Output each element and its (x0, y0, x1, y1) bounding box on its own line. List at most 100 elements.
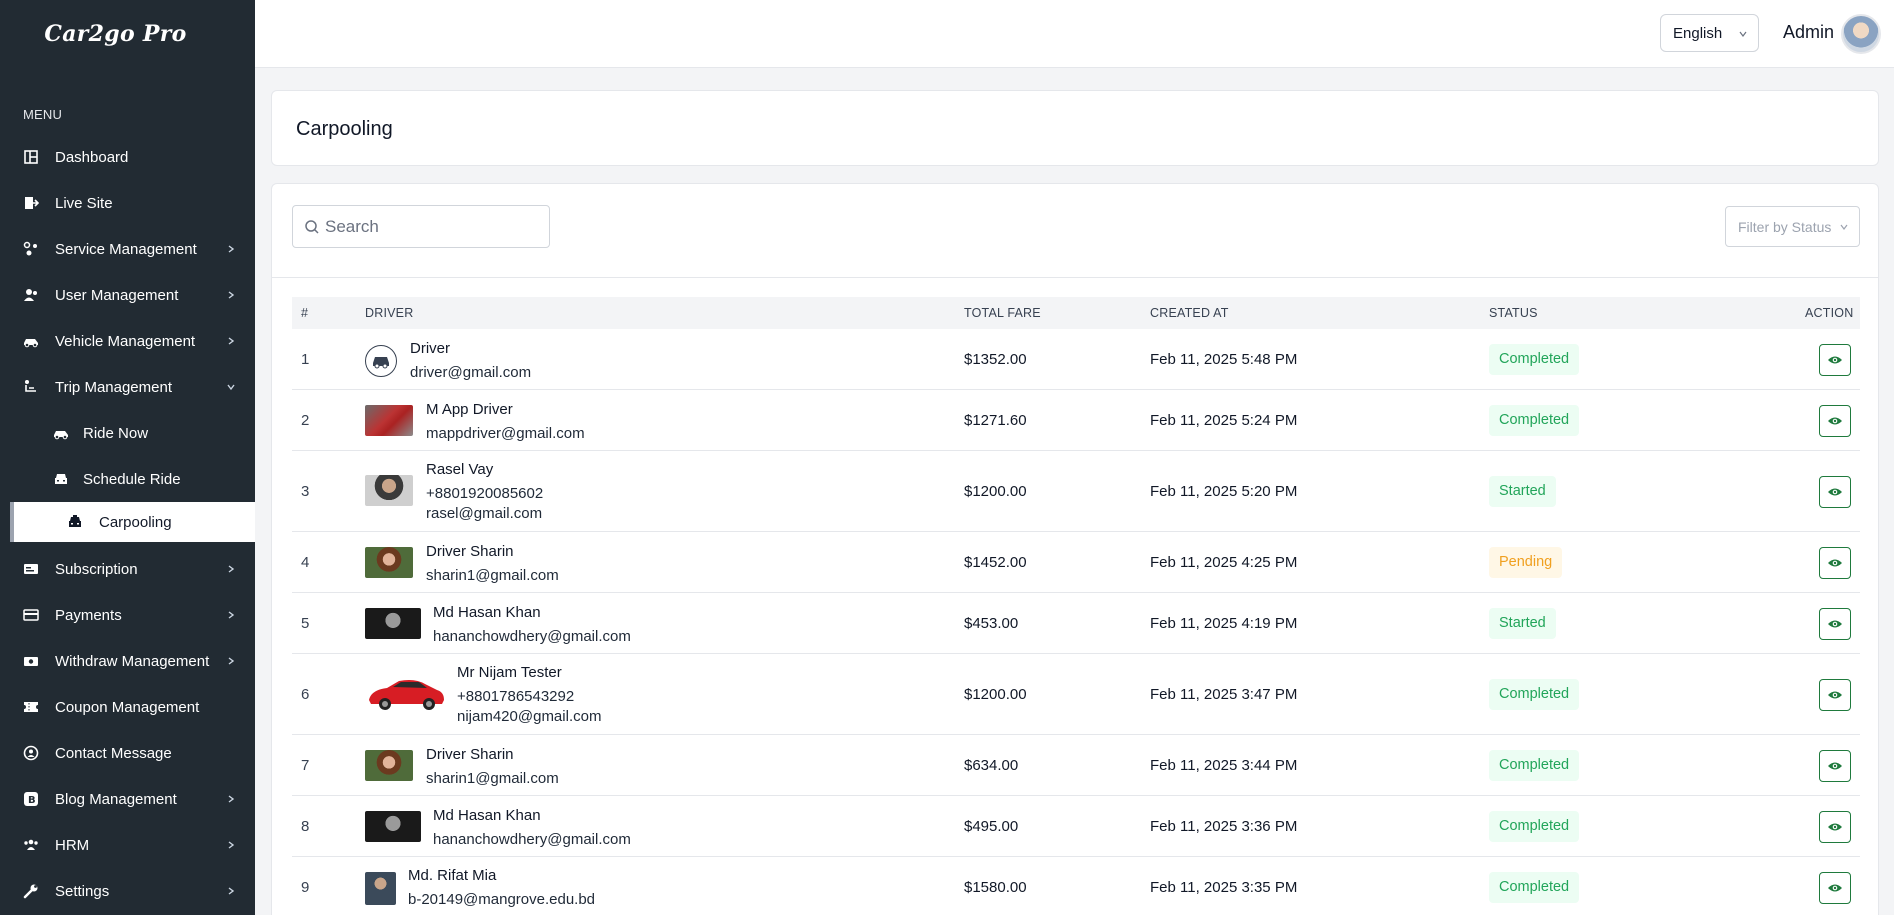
view-button[interactable] (1819, 608, 1851, 640)
car-icon (373, 357, 389, 369)
sidebar-item-contact-message[interactable]: Contact Message (0, 730, 255, 776)
page-title-card: Carpooling (271, 90, 1879, 166)
view-button[interactable] (1819, 476, 1851, 508)
row-number: 9 (301, 879, 310, 896)
driver-info: Mr Nijam Tester +8801786543292 nijam420@… (457, 663, 601, 727)
sidebar-item-user-management[interactable]: User Management (0, 272, 255, 318)
driver-avatar (365, 345, 397, 377)
total-fare: $1580.00 (964, 879, 1027, 896)
page-title: Carpooling (296, 118, 393, 140)
column-header-number: # (301, 306, 309, 320)
table-card: Filter by Status # DRIVER TOTAL FARE CRE… (271, 183, 1879, 915)
eye-icon (1828, 762, 1842, 770)
sidebar-item-payments[interactable]: Payments (0, 592, 255, 638)
status-filter-select[interactable]: Filter by Status (1725, 206, 1860, 247)
dashboard-icon (23, 149, 39, 165)
total-fare: $1352.00 (964, 351, 1027, 368)
sidebar-item-label: Live Site (55, 194, 113, 212)
sidebar-item-coupon-management[interactable]: Coupon Management (0, 684, 255, 730)
svg-text:B: B (28, 795, 36, 806)
view-button[interactable] (1819, 547, 1851, 579)
driver-photo (365, 872, 396, 905)
driver-photo (365, 750, 413, 781)
driver-name: Rasel Vay (426, 461, 494, 478)
driver-email: hananchowdhery@gmail.com (433, 628, 631, 645)
view-button[interactable] (1819, 811, 1851, 843)
row-number: 6 (301, 686, 310, 703)
row-number: 2 (301, 412, 310, 429)
status-badge: Started (1489, 608, 1556, 639)
sidebar-item-label: Settings (55, 882, 110, 900)
sidebar-item-vehicle-management[interactable]: Vehicle Management (0, 318, 255, 364)
car-front-icon (53, 471, 69, 487)
sidebar-item-dashboard[interactable]: Dashboard (0, 134, 255, 180)
table-row: 4 Driver Sharin sharin1@gmail.com $1452.… (292, 532, 1860, 593)
language-select-value: English (1673, 25, 1723, 42)
sidebar-item-hrm[interactable]: HRM (0, 822, 255, 868)
car-icon (53, 425, 69, 441)
driver-email: sharin1@gmail.com (426, 567, 559, 584)
driver-phone: +8801920085602 (426, 485, 544, 502)
chevron-down-icon (1739, 31, 1747, 37)
search-input[interactable] (325, 214, 540, 240)
language-select[interactable]: English (1660, 14, 1759, 52)
row-number: 5 (301, 615, 310, 632)
sidebar-item-ride-now[interactable]: Ride Now (0, 410, 255, 456)
chevron-right-icon (228, 657, 235, 665)
driver-email: nijam420@gmail.com (457, 708, 602, 725)
avatar[interactable] (1841, 14, 1881, 54)
view-button[interactable] (1819, 872, 1851, 904)
chevron-right-icon (228, 795, 235, 803)
status-badge: Pending (1489, 547, 1563, 578)
driver-name: Driver Sharin (426, 746, 514, 763)
driver-info: M App Driver mappdriver@gmail.com (426, 400, 585, 444)
driver-info: Driver Sharin sharin1@gmail.com (426, 542, 559, 586)
app-logo[interactable]: Car2go Pro (0, 0, 255, 68)
created-at: Feb 11, 2025 4:19 PM (1150, 615, 1298, 632)
status-badge: Completed (1489, 679, 1580, 710)
view-button[interactable] (1819, 679, 1851, 711)
sidebar-item-service-management[interactable]: Service Management (0, 226, 255, 272)
sidebar-item-label: Subscription (55, 560, 138, 578)
sidebar-item-label: Vehicle Management (55, 332, 196, 350)
eye-icon (1828, 823, 1842, 831)
wrench-icon (23, 883, 39, 899)
row-number: 1 (301, 351, 310, 368)
status-badge: Started (1489, 476, 1556, 507)
created-at: Feb 11, 2025 3:44 PM (1150, 757, 1298, 774)
total-fare: $634.00 (964, 757, 1019, 774)
driver-name: Driver (410, 340, 450, 357)
users-icon (23, 287, 39, 303)
total-fare: $1452.00 (964, 554, 1027, 571)
chevron-down-icon (227, 384, 235, 391)
created-at: Feb 11, 2025 3:35 PM (1150, 879, 1298, 896)
sidebar-item-label: Schedule Ride (83, 470, 181, 488)
sidebar-item-settings[interactable]: Settings (0, 868, 255, 914)
contact-icon (23, 745, 39, 761)
sidebar-item-blog-management[interactable]: B Blog Management (0, 776, 255, 822)
eye-icon (1828, 356, 1842, 364)
table-row: 2 M App Driver mappdriver@gmail.com $127… (292, 390, 1860, 451)
sidebar-item-withdraw-management[interactable]: Withdraw Management (0, 638, 255, 684)
driver-name: Md. Rifat Mia (408, 867, 497, 884)
view-button[interactable] (1819, 750, 1851, 782)
sidebar-item-live-site[interactable]: Live Site (0, 180, 255, 226)
driver-info: Md. Rifat Mia b-20149@mangrove.edu.bd (408, 866, 595, 910)
taxi-icon (67, 514, 83, 530)
driver-email: mappdriver@gmail.com (426, 425, 585, 442)
driver-photo (365, 475, 413, 506)
sidebar-item-trip-management[interactable]: Trip Management (0, 364, 255, 410)
table-row: 9 Md. Rifat Mia b-20149@mangrove.edu.bd … (292, 857, 1860, 915)
user-name[interactable]: Admin (1783, 22, 1834, 43)
status-badge: Completed (1489, 405, 1580, 436)
sidebar-item-subscription[interactable]: Subscription (0, 546, 255, 592)
view-button[interactable] (1819, 405, 1851, 437)
sidebar-item-schedule-ride[interactable]: Schedule Ride (0, 456, 255, 502)
driver-phone: +8801786543292 (457, 688, 575, 705)
driver-photo (365, 547, 413, 578)
created-at: Feb 11, 2025 4:25 PM (1150, 554, 1298, 571)
driver-email: sharin1@gmail.com (426, 770, 559, 787)
sidebar-item-carpooling[interactable]: Carpooling (10, 502, 255, 542)
chevron-right-icon (228, 245, 235, 253)
view-button[interactable] (1819, 344, 1851, 376)
